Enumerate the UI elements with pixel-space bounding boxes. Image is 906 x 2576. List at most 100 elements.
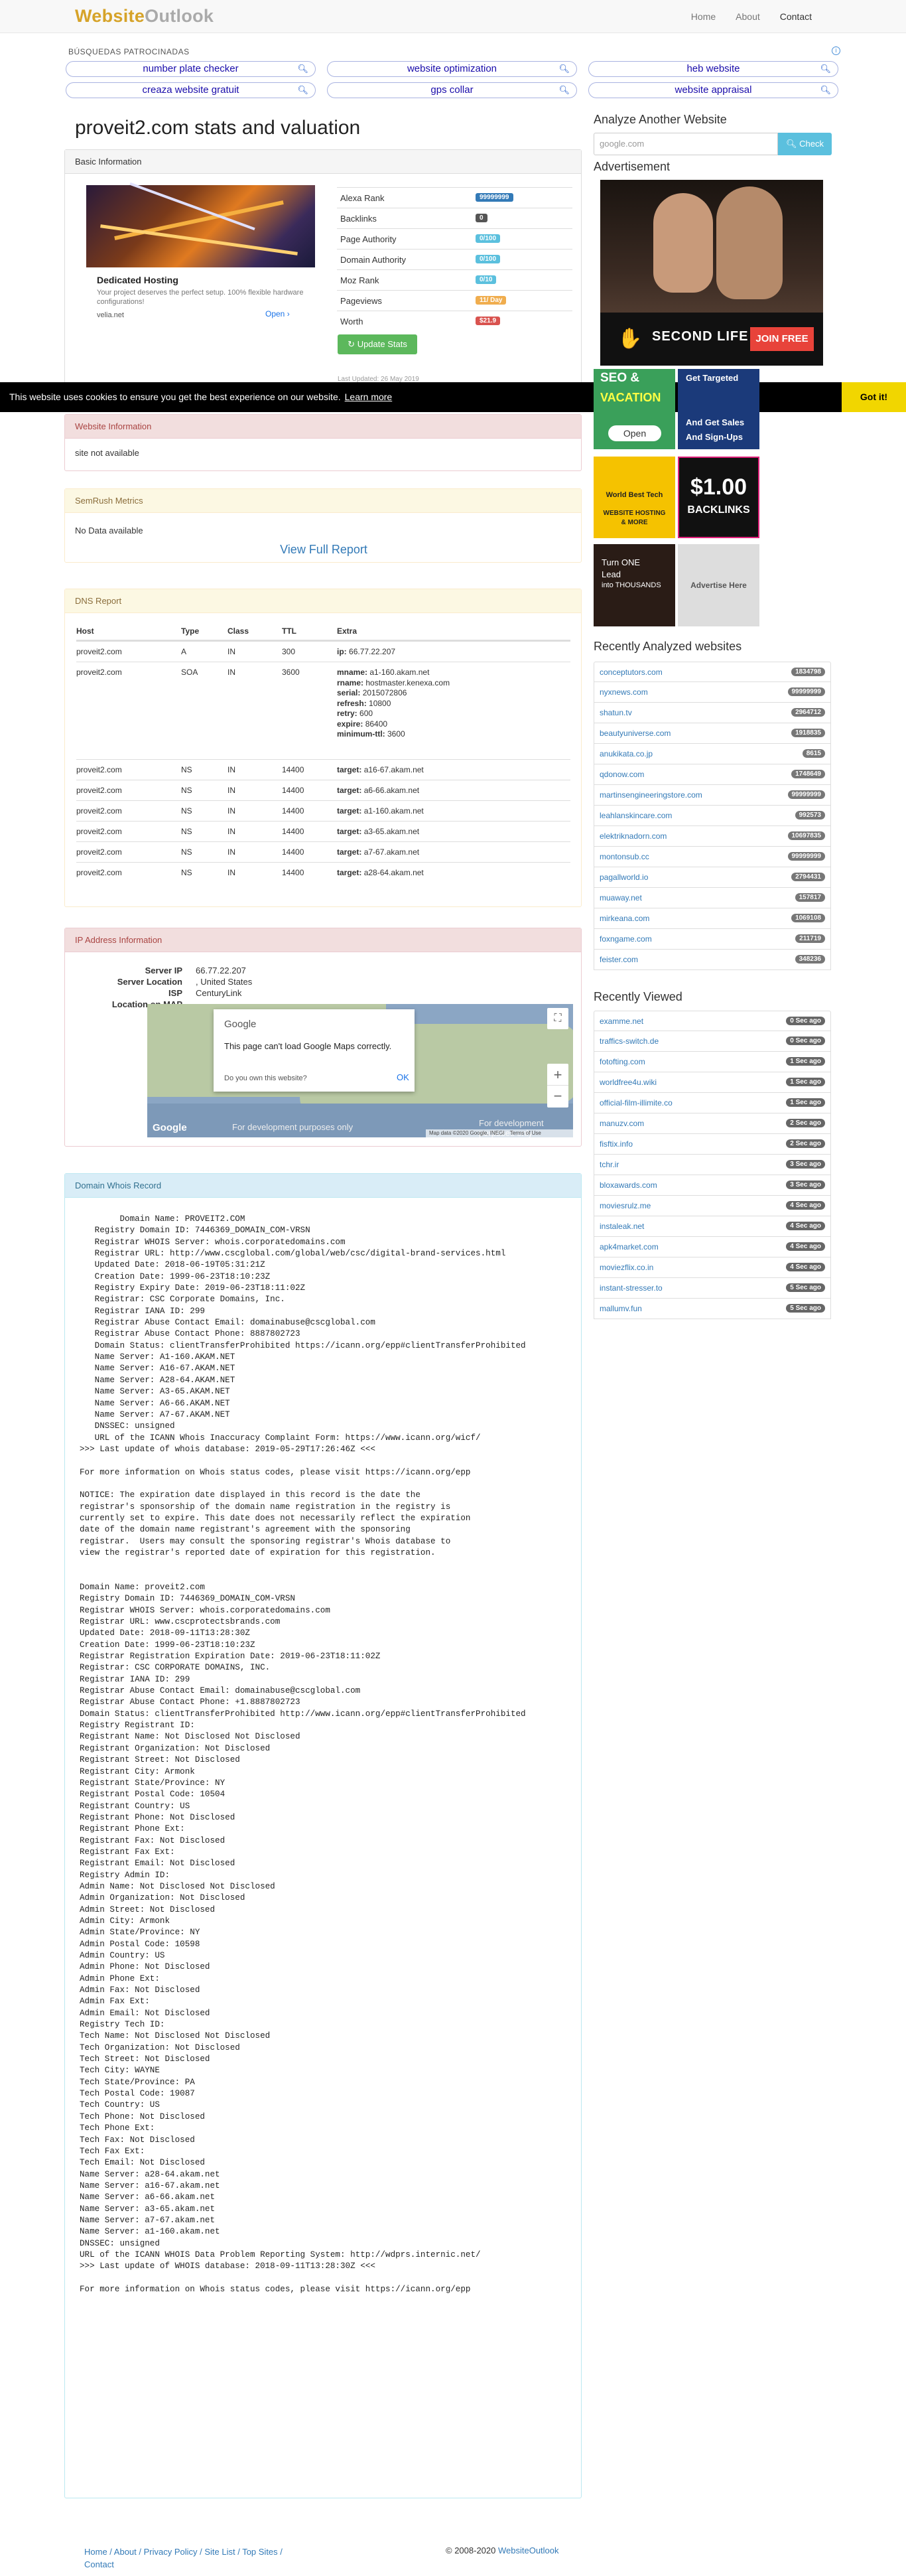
list-item-link[interactable]: nyxnews.com [600, 687, 648, 697]
list-item-link[interactable]: shatun.tv [600, 708, 632, 717]
list-item-link[interactable]: manuzv.com [600, 1119, 644, 1128]
list-item-link[interactable]: conceptutors.com [600, 668, 663, 677]
list-item-link[interactable]: worldfree4u.wiki [600, 1078, 657, 1087]
sponsored-search-pill[interactable]: number plate checker 🔍︎ [66, 61, 316, 77]
copyright: © 2008-2020 WebsiteOutlook [446, 2545, 559, 2555]
list-item[interactable]: manuzv.com 2 Sec ago [594, 1113, 831, 1134]
fullscreen-icon[interactable]: ⛶ [547, 1008, 568, 1029]
list-item[interactable]: elektriknadorn.com 10697835 [594, 826, 831, 847]
list-item-link[interactable]: elektriknadorn.com [600, 831, 667, 841]
copyright-link[interactable]: WebsiteOutlook [498, 2545, 559, 2555]
list-item[interactable]: qdonow.com 1748649 [594, 764, 831, 785]
list-item[interactable]: beautyuniverse.com 1918835 [594, 723, 831, 744]
ad-open-link[interactable]: Open › [265, 309, 290, 319]
banner-ad[interactable]: Turn ONE Lead into THOUSANDS [594, 544, 675, 626]
banner-ad[interactable]: Get Targeted And Get Sales And Sign-Ups [678, 369, 759, 449]
nav-contact[interactable]: Contact [770, 11, 822, 22]
sponsored-search-pill[interactable]: heb website 🔍︎ [588, 61, 838, 77]
list-item[interactable]: mallumv.fun 5 Sec ago [594, 1299, 831, 1319]
brand-logo[interactable]: WebsiteOutlook [75, 6, 214, 27]
list-item-link[interactable]: official-film-illimite.co [600, 1098, 673, 1108]
zoom-in-icon[interactable]: + [547, 1064, 568, 1086]
adchoices-icon[interactable]: i [832, 46, 840, 55]
list-item[interactable]: leahlanskincare.com 992573 [594, 806, 831, 826]
banner-ad[interactable]: $1.00 BACKLINKS [678, 457, 759, 538]
list-item[interactable]: pagallworld.io 2794431 [594, 867, 831, 888]
google-map[interactable]: Google This page can't load Google Maps … [147, 1004, 573, 1137]
sponsored-search-pill[interactable]: website appraisal 🔍︎ [588, 82, 838, 98]
list-item[interactable]: mirkeana.com 1069108 [594, 908, 831, 929]
sponsored-search-pill[interactable]: creaza website gratuit 🔍︎ [66, 82, 316, 98]
terms-link[interactable]: Terms of Use [510, 1130, 541, 1136]
footer-links[interactable]: Home / About / Privacy Policy / Site Lis… [84, 2545, 310, 2571]
list-item-link[interactable]: moviesrulz.me [600, 1201, 651, 1210]
zoom-out-icon[interactable]: − [547, 1086, 568, 1108]
map-ok-button[interactable]: OK [397, 1072, 409, 1082]
list-item[interactable]: tchr.ir 3 Sec ago [594, 1155, 831, 1175]
list-item-link[interactable]: montonsub.cc [600, 852, 649, 861]
list-item[interactable]: traffics-switch.de 0 Sec ago [594, 1031, 831, 1052]
basic-info-panel: Basic Information Dedicated Hosting Your… [64, 149, 582, 392]
list-item[interactable]: fisftix.info 2 Sec ago [594, 1134, 831, 1155]
advertise-here-banner[interactable]: Advertise Here [678, 544, 759, 626]
list-item-link[interactable]: fotofting.com [600, 1057, 645, 1066]
list-item[interactable]: worldfree4u.wiki 1 Sec ago [594, 1072, 831, 1093]
list-item[interactable]: bloxawards.com 3 Sec ago [594, 1175, 831, 1196]
list-item-link[interactable]: muaway.net [600, 893, 642, 902]
list-item[interactable]: foxngame.com 211719 [594, 929, 831, 950]
update-stats-button[interactable]: ↻ Update Stats [338, 334, 417, 354]
list-item-link[interactable]: anukikata.co.jp [600, 749, 653, 758]
list-item[interactable]: fotofting.com 1 Sec ago [594, 1052, 831, 1072]
list-item[interactable]: moviesrulz.me 4 Sec ago [594, 1196, 831, 1216]
list-item[interactable]: apk4market.com 4 Sec ago [594, 1237, 831, 1257]
list-item[interactable]: shatun.tv 2964712 [594, 703, 831, 723]
list-item[interactable]: examme.net 0 Sec ago [594, 1011, 831, 1031]
list-item[interactable]: anukikata.co.jp 8615 [594, 744, 831, 764]
list-item-link[interactable]: examme.net [600, 1017, 643, 1026]
list-item[interactable]: feister.com 348236 [594, 950, 831, 970]
list-item[interactable]: official-film-illimite.co 1 Sec ago [594, 1093, 831, 1113]
list-item-link[interactable]: apk4market.com [600, 1242, 659, 1252]
list-item-link[interactable]: mirkeana.com [600, 914, 649, 923]
recently-analyzed-title: Recently Analyzed websites [594, 640, 742, 653]
join-free-button[interactable]: JOIN FREE [750, 327, 814, 351]
banner-ad[interactable]: SEO & Vacation Open [594, 369, 675, 449]
list-item-link[interactable]: martinsengineeringstore.com [600, 790, 702, 800]
list-item[interactable]: muaway.net 157817 [594, 888, 831, 908]
list-item-link[interactable]: mallumv.fun [600, 1304, 642, 1313]
list-item-link[interactable]: moviezflix.co.in [600, 1263, 653, 1272]
list-item-link[interactable]: bloxawards.com [600, 1181, 657, 1190]
list-item[interactable]: instaleak.net 4 Sec ago [594, 1216, 831, 1237]
list-item-link[interactable]: instaleak.net [600, 1222, 644, 1231]
list-item-link[interactable]: fisftix.info [600, 1139, 633, 1149]
learn-more-link[interactable]: Learn more [345, 392, 393, 402]
second-life-hand-icon: ✋ [617, 328, 643, 350]
list-item[interactable]: montonsub.cc 99999999 [594, 847, 831, 867]
second-life-ad[interactable]: ✋ SECOND LIFE JOIN FREE [600, 180, 823, 366]
list-item-badge: 2964712 [791, 708, 825, 717]
list-item[interactable]: moviezflix.co.in 4 Sec ago [594, 1257, 831, 1278]
sponsored-search-pill[interactable]: website optimization 🔍︎ [327, 61, 577, 77]
check-button[interactable]: 🔍︎ Check [778, 133, 832, 155]
list-item-link[interactable]: pagallworld.io [600, 873, 648, 882]
list-item-link[interactable]: instant-stresser.to [600, 1283, 663, 1293]
hosting-ad[interactable]: Dedicated Hosting Your project deserves … [86, 182, 315, 368]
list-item[interactable]: martinsengineeringstore.com 99999999 [594, 785, 831, 806]
sponsored-search-pill[interactable]: gps collar 🔍︎ [327, 82, 577, 98]
nav-home[interactable]: Home [681, 11, 726, 22]
banner-ad[interactable]: World Best Tech WEBSITE HOSTING & MORE [594, 457, 675, 538]
list-item-link[interactable]: qdonow.com [600, 770, 644, 779]
list-item-link[interactable]: leahlanskincare.com [600, 811, 672, 820]
list-item[interactable]: instant-stresser.to 5 Sec ago [594, 1278, 831, 1299]
list-item-link[interactable]: foxngame.com [600, 934, 652, 944]
nav-about[interactable]: About [726, 11, 770, 22]
list-item-link[interactable]: traffics-switch.de [600, 1037, 659, 1046]
list-item[interactable]: nyxnews.com 99999999 [594, 682, 831, 703]
cookie-accept-button[interactable]: Got it! [842, 382, 906, 412]
list-item-link[interactable]: feister.com [600, 955, 638, 964]
list-item-link[interactable]: tchr.ir [600, 1160, 619, 1169]
domain-search-input[interactable]: google.com [594, 133, 778, 155]
list-item-link[interactable]: beautyuniverse.com [600, 729, 671, 738]
view-full-report-link[interactable]: View Full Report [65, 543, 582, 557]
list-item[interactable]: conceptutors.com 1834798 [594, 662, 831, 682]
